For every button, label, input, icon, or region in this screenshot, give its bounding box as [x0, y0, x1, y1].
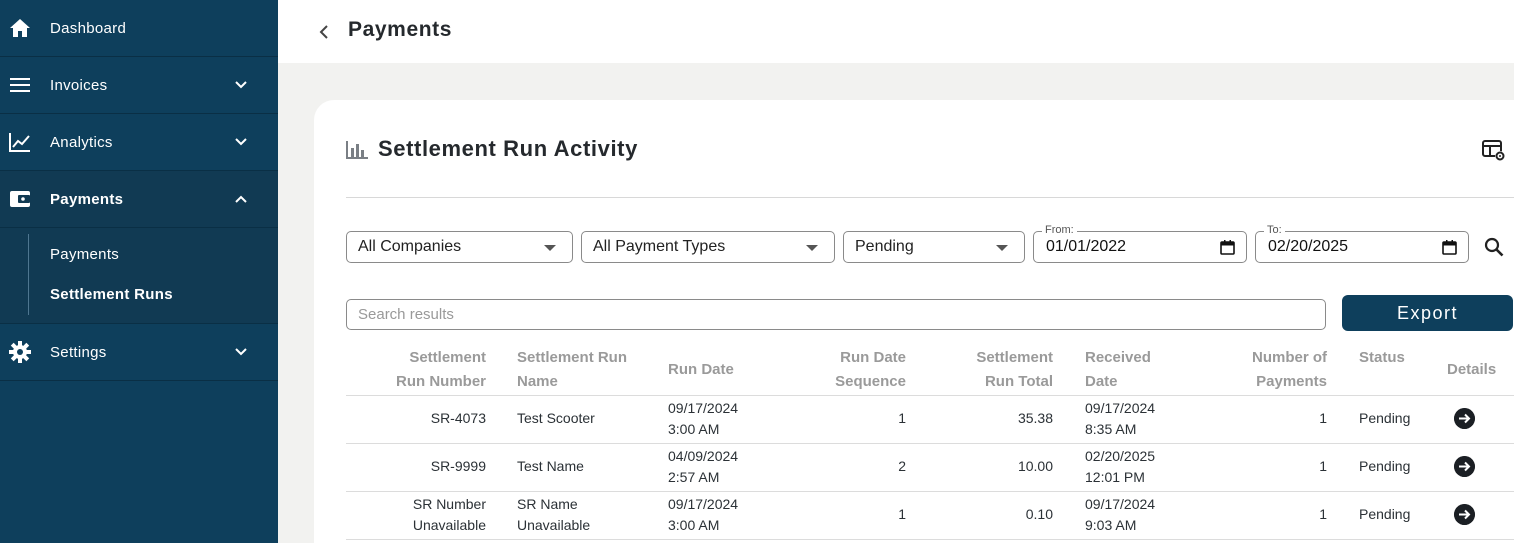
table-divider	[346, 395, 1514, 396]
cell-run-name: Test Name	[517, 458, 584, 474]
payment-type-select-value: All Payment Types	[593, 238, 726, 255]
cell-number-of-payments: 1	[1319, 458, 1327, 474]
chevron-down-icon[interactable]	[234, 78, 248, 92]
table-settings-icon[interactable]	[1482, 140, 1506, 162]
table-divider	[346, 491, 1514, 492]
caret-down-icon	[996, 245, 1008, 251]
cell-received-date: 09/17/2024 9:03 AM	[1085, 496, 1156, 533]
sidebar-item-analytics[interactable]: Analytics	[0, 114, 278, 171]
home-icon	[9, 17, 31, 39]
sidebar-item-label: Settings	[50, 343, 107, 361]
calendar-icon[interactable]	[1220, 240, 1235, 255]
sidebar-item-invoices[interactable]: Invoices	[0, 57, 278, 114]
back-chevron-icon[interactable]	[316, 22, 332, 42]
cell-run-name: SR Name Unavailable	[517, 496, 591, 533]
to-date-input[interactable]: To: 02/20/2025	[1255, 224, 1469, 263]
sidebar-item-label: Analytics	[50, 133, 113, 151]
column-header-run-date[interactable]: Run Date	[668, 358, 734, 382]
arrow-right-circle-icon[interactable]	[1454, 456, 1475, 477]
menu-icon	[9, 74, 31, 96]
column-header-status[interactable]: Status	[1359, 346, 1405, 370]
company-select-value: All Companies	[358, 238, 462, 255]
sidebar-item-dashboard[interactable]: Dashboard	[0, 0, 278, 57]
payments-submenu: Payments Settlement Runs	[0, 228, 278, 324]
column-header-number-of-payments[interactable]: Number of Payments	[1252, 346, 1327, 394]
cell-received-date: 02/20/2025 12:01 PM	[1085, 448, 1156, 485]
column-header-run-name[interactable]: Settlement Run Name	[517, 346, 627, 394]
arrow-right-circle-icon[interactable]	[1454, 408, 1475, 429]
page-title: Payments	[348, 18, 453, 41]
column-header-run-number[interactable]: Settlement Run Number	[396, 346, 486, 394]
page-header: Payments	[278, 0, 1514, 63]
cell-run-number: SR Number Unavailable	[412, 496, 486, 533]
column-header-received-date[interactable]: Received Date	[1085, 346, 1151, 394]
cell-run-date: 09/17/2024 3:00 AM	[668, 496, 739, 533]
from-date-label: From:	[1042, 224, 1077, 236]
column-header-run-date-sequence[interactable]: Run Date Sequence	[835, 346, 906, 394]
settlement-run-card: Settlement Run Activity All Companies Al…	[314, 100, 1514, 543]
sidebar-subitem-payments[interactable]: Payments	[50, 246, 119, 263]
column-header-run-total[interactable]: Settlement Run Total	[976, 346, 1053, 394]
sidebar-item-settings[interactable]: Settings	[0, 324, 278, 381]
cell-status: Pending	[1359, 458, 1411, 474]
bar-chart-icon	[346, 141, 368, 159]
cell-run-number: SR-9999	[430, 458, 486, 474]
cell-run-name: Test Scooter	[517, 410, 595, 426]
caret-down-icon	[544, 245, 556, 251]
sidebar-item-label: Invoices	[50, 76, 108, 94]
chevron-down-icon[interactable]	[234, 135, 248, 149]
calendar-icon[interactable]	[1442, 240, 1457, 255]
table-divider	[346, 443, 1514, 444]
search-results-input[interactable]: Search results	[346, 299, 1326, 330]
cell-run-number: SR-4073	[430, 410, 486, 426]
caret-down-icon	[806, 245, 818, 251]
gear-icon	[9, 341, 31, 363]
status-select-value: Pending	[855, 238, 914, 255]
cell-status: Pending	[1359, 410, 1411, 426]
chevron-up-icon[interactable]	[234, 192, 248, 206]
cell-run-total: 10.00	[1017, 458, 1053, 474]
cell-status: Pending	[1359, 506, 1411, 522]
to-date-value: 02/20/2025	[1268, 238, 1349, 255]
cell-number-of-payments: 1	[1319, 506, 1327, 522]
company-select[interactable]: All Companies	[346, 231, 573, 263]
sidebar-subitem-settlement-runs[interactable]: Settlement Runs	[50, 286, 173, 303]
sidebar-item-label: Payments	[50, 190, 124, 208]
arrow-right-circle-icon[interactable]	[1454, 504, 1475, 525]
chevron-down-icon[interactable]	[234, 345, 248, 359]
from-date-input[interactable]: From: 01/01/2022	[1033, 224, 1247, 263]
status-select[interactable]: Pending	[843, 231, 1025, 263]
table-divider	[346, 539, 1514, 540]
cell-number-of-payments: 1	[1319, 410, 1327, 426]
trending-icon	[9, 131, 31, 153]
cell-sequence: 1	[898, 506, 906, 522]
cell-run-total: 0.10	[1025, 506, 1053, 522]
sidebar-item-label: Dashboard	[50, 19, 127, 37]
card-title: Settlement Run Activity	[378, 136, 638, 161]
cell-sequence: 2	[898, 458, 906, 474]
cell-run-date: 09/17/2024 3:00 AM	[668, 400, 739, 437]
export-button[interactable]: Export	[1342, 295, 1513, 331]
cell-sequence: 1	[898, 410, 906, 426]
from-date-value: 01/01/2022	[1046, 238, 1127, 255]
sidebar: Dashboard Invoices Analytics Payments Pa…	[0, 0, 278, 543]
cell-run-date: 04/09/2024 2:57 AM	[668, 448, 739, 485]
payment-type-select[interactable]: All Payment Types	[581, 231, 835, 263]
column-header-details: Details	[1447, 361, 1497, 378]
submenu-divider	[28, 234, 29, 315]
search-icon[interactable]	[1484, 237, 1504, 257]
to-date-label: To:	[1264, 224, 1285, 236]
sidebar-item-payments[interactable]: Payments	[0, 171, 278, 228]
wallet-icon	[9, 188, 31, 210]
cell-received-date: 09/17/2024 8:35 AM	[1085, 400, 1156, 437]
cell-run-total: 35.38	[1017, 410, 1053, 426]
card-divider	[346, 197, 1514, 198]
